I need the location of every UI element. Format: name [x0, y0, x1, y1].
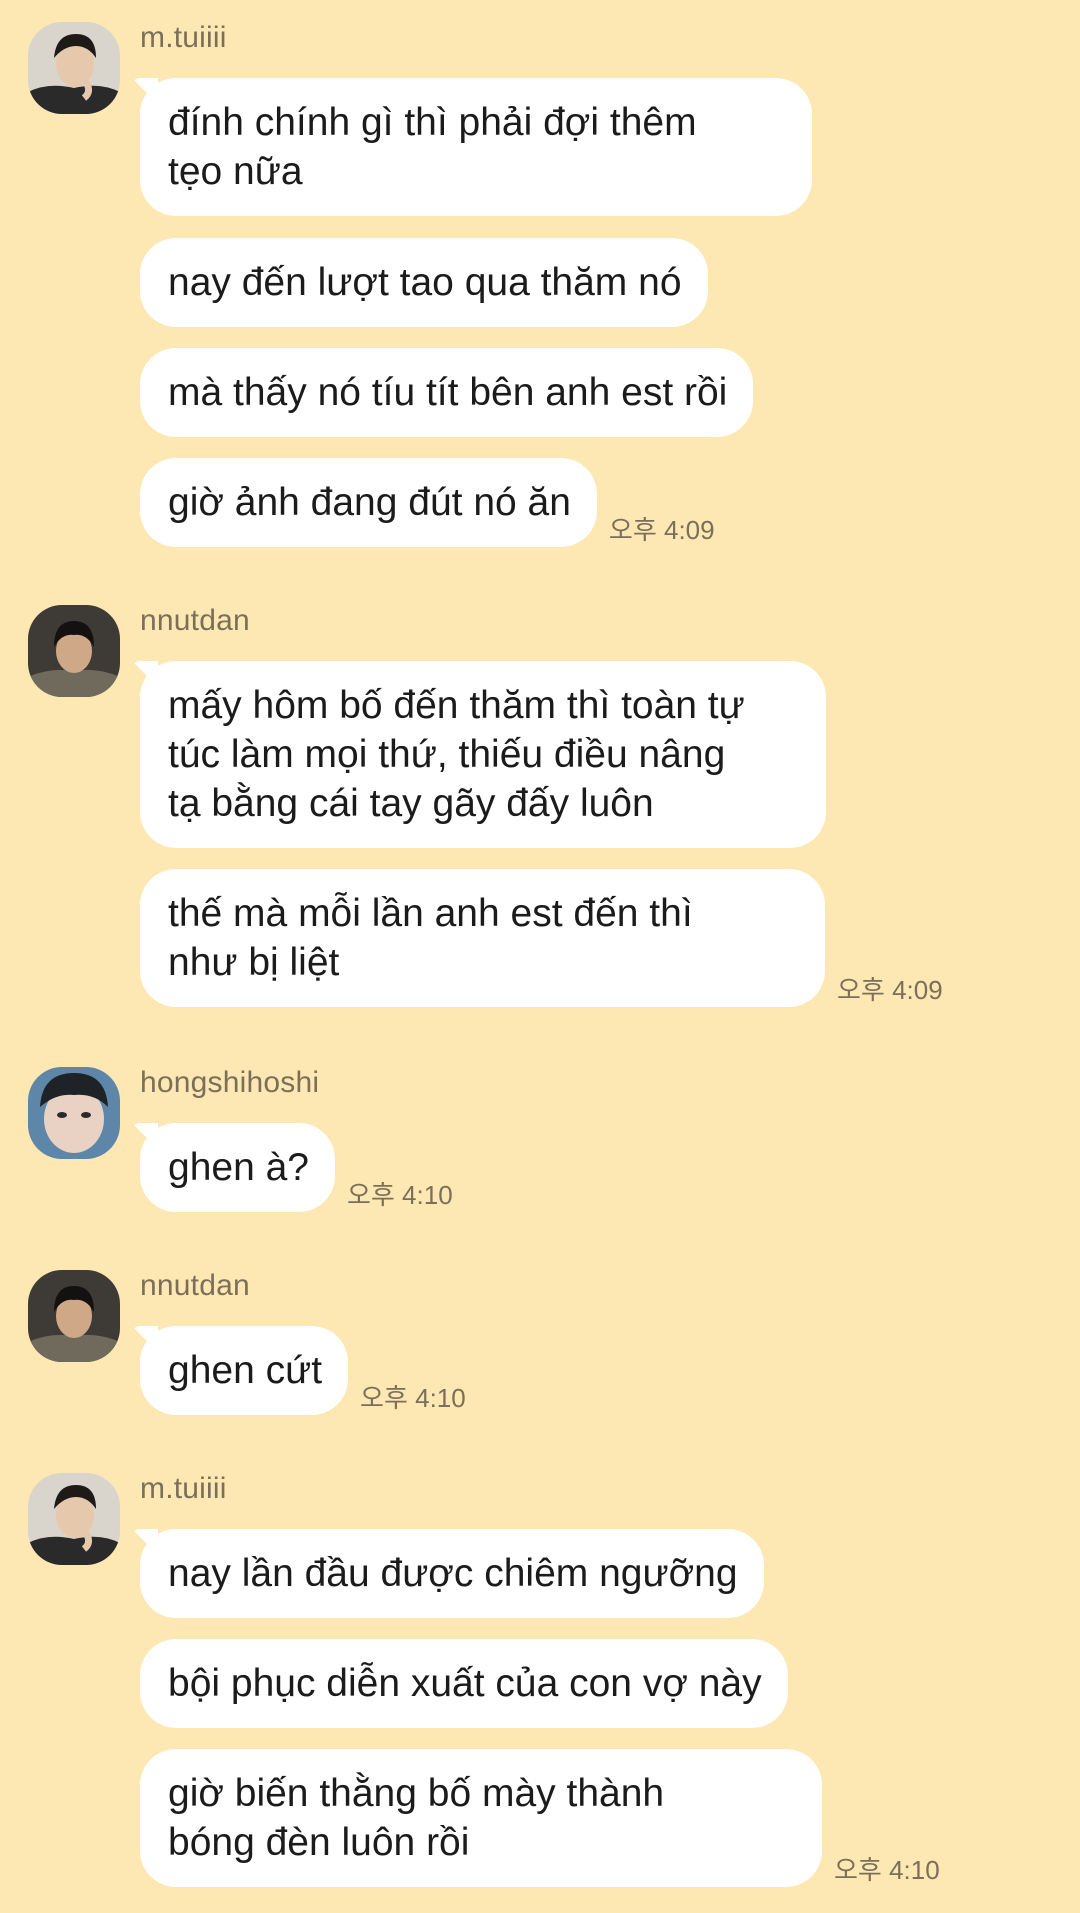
timestamp: 오후 4:10 [360, 1383, 466, 1413]
timestamp: 오후 4:10 [834, 1855, 940, 1885]
message-bubble[interactable]: đính chính gì thì phải đợi thêm tẹo nữa [140, 78, 812, 216]
timestamp: 오후 4:10 [346, 1180, 453, 1210]
avatar-nnutdan-icon [28, 605, 120, 697]
sender-name: m.tuiiii [140, 1472, 227, 1505]
chat-thread: m.tuiiii đính chính gì thì phải đợi thêm… [0, 0, 1080, 1913]
message-bubble[interactable]: thế mà mỗi lần anh est đến thì như bị li… [140, 869, 825, 1007]
message-bubble[interactable]: nay lần đầu được chiêm ngưỡng [140, 1529, 764, 1618]
avatar[interactable] [28, 22, 120, 114]
message-bubble[interactable]: mấy hôm bố đến thăm thì toàn tự túc làm … [140, 661, 826, 848]
avatar-m-tuiiii-icon [28, 22, 120, 114]
avatar-m-tuiiii-icon [28, 1473, 120, 1565]
message-bubble[interactable]: ghen à? [140, 1123, 335, 1212]
message-bubble[interactable]: nay đến lượt tao qua thăm nó [140, 238, 708, 327]
message-bubble[interactable]: giờ ảnh đang đút nó ăn [140, 458, 597, 547]
avatar[interactable] [28, 1270, 120, 1362]
sender-name: m.tuiiii [140, 21, 227, 54]
sender-name: nnutdan [140, 604, 250, 637]
sender-name: nnutdan [140, 1269, 250, 1302]
message-bubble[interactable]: mà thấy nó tíu tít bên anh est rồi [140, 348, 754, 437]
timestamp: 오후 4:09 [608, 515, 715, 545]
message-bubble[interactable]: giờ biến thằng bố mày thành bóng đèn luô… [140, 1749, 822, 1887]
avatar[interactable] [28, 1067, 120, 1159]
avatar-nnutdan-icon [28, 1270, 120, 1362]
avatar[interactable] [28, 605, 120, 697]
message-bubble[interactable]: bội phục diễn xuất của con vợ này [140, 1639, 788, 1728]
timestamp: 오후 4:09 [837, 975, 943, 1005]
message-bubble[interactable]: ghen cứt [140, 1326, 349, 1415]
avatar[interactable] [28, 1473, 120, 1565]
avatar-hongshihoshi-icon [28, 1067, 120, 1159]
sender-name: hongshihoshi [140, 1066, 320, 1099]
